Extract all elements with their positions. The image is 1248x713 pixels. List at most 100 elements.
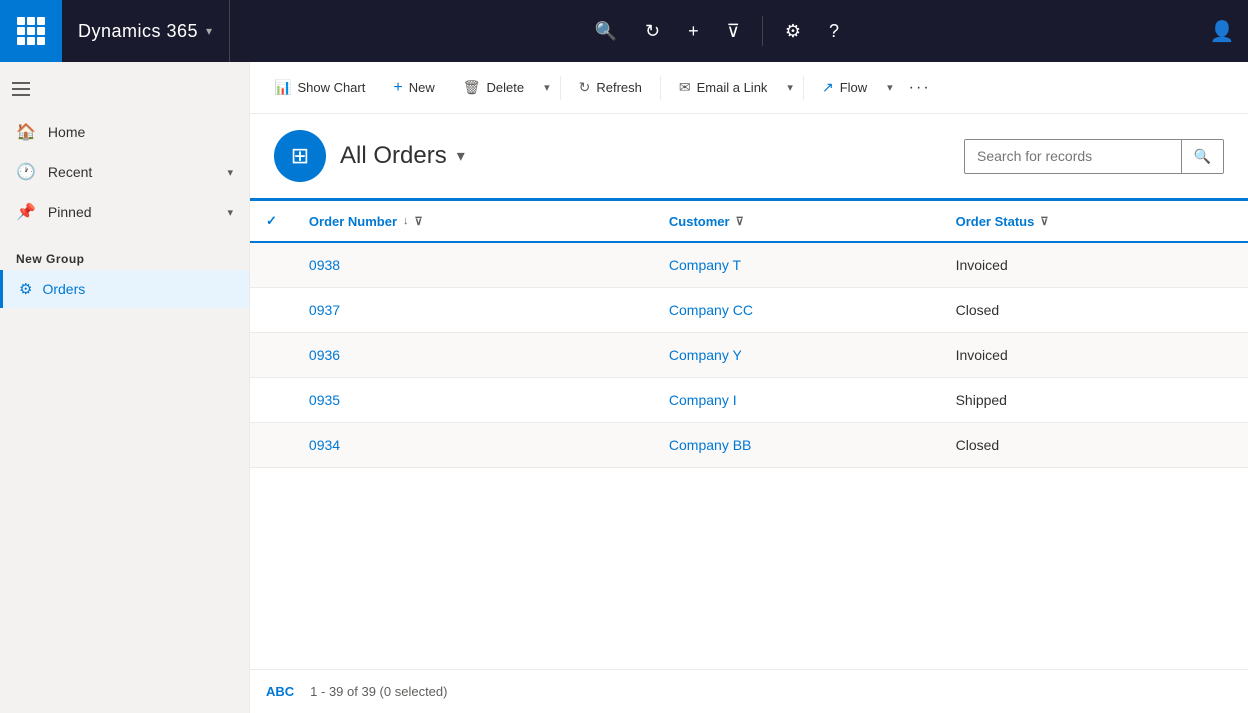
- sidebar: 🏠 Home 🕐 Recent ▾ 📌 Pinned ▾ New Group ⚙…: [0, 62, 250, 713]
- home-icon: 🏠: [16, 122, 36, 142]
- table-header: ✓ Order Number ↓ ⊽: [250, 201, 1248, 242]
- apps-button[interactable]: [0, 0, 62, 62]
- order-number-sort-icon[interactable]: ↓: [403, 215, 409, 227]
- toolbar-divider-1: [560, 76, 561, 100]
- row-order-number[interactable]: 0935: [293, 378, 653, 423]
- top-nav-right: 👤: [1204, 13, 1248, 49]
- checkbox-header[interactable]: ✓: [250, 201, 293, 242]
- email-link-button[interactable]: ✉ Email a Link: [667, 73, 780, 102]
- settings-button[interactable]: ⚙: [775, 13, 811, 50]
- page-title-text: All Orders: [340, 142, 447, 170]
- row-customer[interactable]: Company CC: [653, 288, 940, 333]
- order-number-label: Order Number: [309, 214, 397, 229]
- flow-button[interactable]: ↗ Flow: [810, 73, 879, 102]
- order-status-filter-icon[interactable]: ⊽: [1040, 215, 1048, 228]
- refresh-label: Refresh: [596, 80, 642, 95]
- search-box: 🔍: [964, 139, 1224, 174]
- row-order-number[interactable]: 0938: [293, 242, 653, 288]
- sidebar-item-orders[interactable]: ⚙ Orders: [0, 270, 249, 308]
- recent-chevron: ▾: [227, 166, 233, 179]
- chart-icon: 📊: [274, 79, 291, 96]
- recent-icon: 🕐: [16, 162, 36, 182]
- sidebar-orders-label: Orders: [42, 281, 85, 297]
- row-customer[interactable]: Company I: [653, 378, 940, 423]
- top-navigation: Dynamics 365 ▾ 🔍 ↻ + ⊽ ⚙ ? 👤: [0, 0, 1248, 62]
- content-area: 📊 Show Chart + New 🗑 Delete ▾ ↻ Refresh …: [250, 62, 1248, 713]
- show-chart-button[interactable]: 📊 Show Chart: [262, 73, 377, 102]
- filter-button[interactable]: ⊽: [717, 13, 750, 50]
- refresh-button[interactable]: ↻ Refresh: [567, 73, 654, 102]
- search-input[interactable]: [965, 140, 1181, 172]
- hamburger-button[interactable]: [12, 78, 38, 100]
- search-button[interactable]: 🔍: [585, 13, 627, 50]
- row-status: Invoiced: [940, 242, 1248, 288]
- row-customer[interactable]: Company Y: [653, 333, 940, 378]
- table-row: 0938 Company T Invoiced: [250, 242, 1248, 288]
- main-layout: 🏠 Home 🕐 Recent ▾ 📌 Pinned ▾ New Group ⚙…: [0, 62, 1248, 713]
- row-order-number[interactable]: 0934: [293, 423, 653, 468]
- row-status: Closed: [940, 288, 1248, 333]
- nav-divider: [762, 16, 763, 46]
- data-grid-container: ✓ Order Number ↓ ⊽: [250, 201, 1248, 713]
- flow-icon: ↗: [822, 79, 834, 96]
- order-number-header[interactable]: Order Number ↓ ⊽: [293, 201, 653, 242]
- new-icon: +: [393, 79, 402, 97]
- row-customer[interactable]: Company BB: [653, 423, 940, 468]
- row-checkbox[interactable]: [250, 378, 293, 423]
- search-submit-button[interactable]: 🔍: [1181, 140, 1223, 173]
- order-number-filter-icon[interactable]: ⊽: [415, 215, 423, 228]
- customer-header[interactable]: Customer ⊽: [653, 201, 940, 242]
- sidebar-nav: 🏠 Home 🕐 Recent ▾ 📌 Pinned ▾: [0, 108, 249, 236]
- table-row: 0936 Company Y Invoiced: [250, 333, 1248, 378]
- page-title-section: ⊞ All Orders ▾: [274, 130, 465, 182]
- page-title: All Orders ▾: [340, 142, 465, 170]
- grid-footer: ABC 1 - 39 of 39 (0 selected): [250, 669, 1248, 713]
- footer-count: 1 - 39 of 39 (0 selected): [310, 684, 447, 699]
- help-button[interactable]: ?: [819, 13, 849, 50]
- page-icon: ⊞: [274, 130, 326, 182]
- orders-table: ✓ Order Number ↓ ⊽: [250, 201, 1248, 468]
- new-button[interactable]: + New: [381, 73, 446, 103]
- sidebar-item-home[interactable]: 🏠 Home: [0, 112, 249, 152]
- email-icon: ✉: [679, 79, 691, 96]
- apps-grid-icon: [17, 17, 45, 45]
- row-customer[interactable]: Company T: [653, 242, 940, 288]
- row-status: Shipped: [940, 378, 1248, 423]
- sidebar-section-header: New Group: [0, 236, 249, 270]
- row-order-number[interactable]: 0937: [293, 288, 653, 333]
- brand-chevron[interactable]: ▾: [206, 24, 213, 38]
- footer-abc[interactable]: ABC: [266, 684, 294, 699]
- delete-icon: 🗑: [463, 79, 481, 96]
- row-checkbox[interactable]: [250, 288, 293, 333]
- table-row: 0937 Company CC Closed: [250, 288, 1248, 333]
- data-grid[interactable]: ✓ Order Number ↓ ⊽: [250, 201, 1248, 669]
- pinned-icon: 📌: [16, 202, 36, 222]
- sidebar-item-pinned[interactable]: 📌 Pinned ▾: [0, 192, 249, 232]
- delete-label: Delete: [487, 80, 525, 95]
- row-order-number[interactable]: 0936: [293, 333, 653, 378]
- email-dropdown-button[interactable]: ▾: [783, 75, 797, 100]
- refresh-icon: ↻: [579, 79, 591, 96]
- show-chart-label: Show Chart: [297, 80, 365, 95]
- page-title-chevron[interactable]: ▾: [457, 146, 465, 166]
- user-avatar-button[interactable]: 👤: [1204, 13, 1240, 49]
- delete-dropdown-button[interactable]: ▾: [540, 75, 554, 100]
- row-checkbox[interactable]: [250, 242, 293, 288]
- page-icon-symbol: ⊞: [291, 143, 309, 169]
- more-button[interactable]: ···: [901, 73, 939, 103]
- new-label: New: [409, 80, 435, 95]
- customer-filter-icon[interactable]: ⊽: [736, 215, 744, 228]
- sidebar-item-recent[interactable]: 🕐 Recent ▾: [0, 152, 249, 192]
- toolbar-divider-2: [660, 76, 661, 100]
- check-mark: ✓: [266, 213, 277, 228]
- row-checkbox[interactable]: [250, 423, 293, 468]
- table-body: 0938 Company T Invoiced 0937 Company CC …: [250, 242, 1248, 468]
- row-checkbox[interactable]: [250, 333, 293, 378]
- delete-button[interactable]: 🗑 Delete: [451, 73, 536, 102]
- refresh-nav-button[interactable]: ↻: [635, 13, 670, 50]
- order-status-header[interactable]: Order Status ⊽: [940, 201, 1248, 242]
- flow-dropdown-button[interactable]: ▾: [883, 75, 897, 100]
- table-row: 0935 Company I Shipped: [250, 378, 1248, 423]
- add-button[interactable]: +: [678, 13, 709, 50]
- top-nav-center: 🔍 ↻ + ⊽ ⚙ ?: [230, 13, 1204, 50]
